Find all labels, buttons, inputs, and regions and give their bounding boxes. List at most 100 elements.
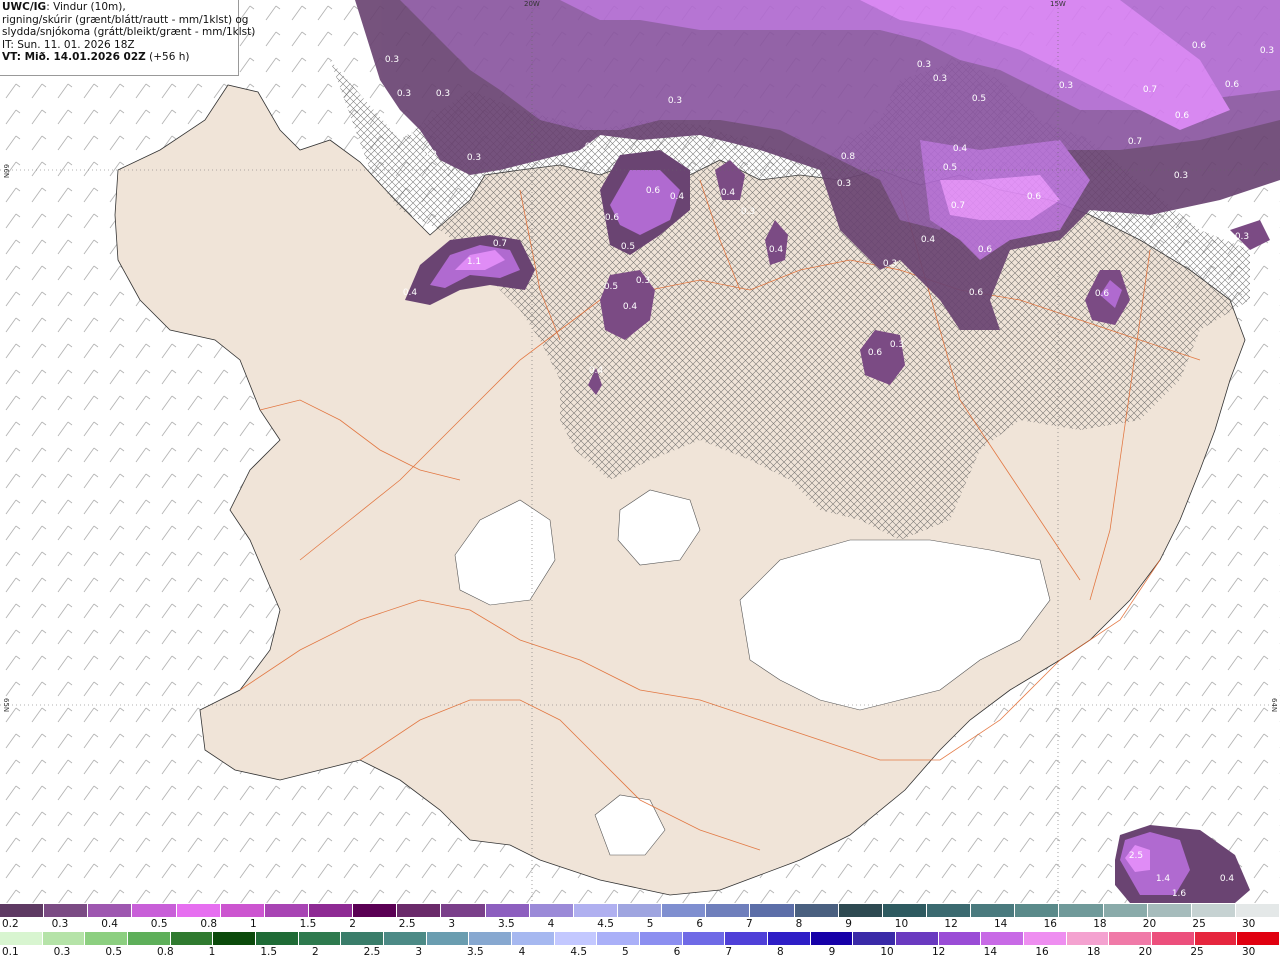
legend-tick-label: 3 (415, 946, 423, 958)
legend-color-swatch (971, 904, 1016, 917)
legend-tick-label: 16 (1043, 918, 1057, 930)
legend-color-swatch (1024, 932, 1067, 945)
legend-color-swatch (256, 932, 299, 945)
legend-tick-label: 5 (622, 946, 629, 958)
legend-tick-label: 5 (646, 918, 654, 930)
precip-value-label: 0.7 (493, 239, 507, 249)
legend-color-swatch (0, 932, 43, 945)
legend-tick-label: 8 (777, 946, 784, 958)
precip-value-label: 0.6 (969, 288, 984, 298)
legend-color-swatch (896, 932, 939, 945)
precip-value-label: 0.6 (1095, 289, 1110, 299)
precip-value-label: 0.4 (403, 288, 418, 298)
legend-color-swatch (44, 904, 89, 917)
legend-tick-label: 16 (1035, 946, 1049, 958)
title-rest: : Vindur (10m), (46, 1, 126, 13)
precip-value-label: 0.6 (1027, 192, 1042, 202)
legend-color-swatch (0, 904, 45, 917)
precip-value-label: 0.4 (769, 245, 784, 255)
precip-value-label: 0.6 (1192, 41, 1207, 51)
legend-tick-label: 10 (880, 946, 894, 958)
legend-tick-label: 8 (795, 918, 803, 930)
precip-value-label: 0.3 (668, 96, 682, 106)
coord-15w: 15W (1050, 0, 1066, 8)
precip-value-label: 0.3 (933, 74, 947, 84)
precip-value-label: 0.7 (951, 201, 965, 211)
legend-tick-label: 0.1 (2, 946, 19, 958)
info-line-2: rigning/skúrir (grænt/blátt/rautt - mm/1… (2, 13, 249, 26)
legend-color-swatch (882, 904, 927, 917)
precip-value-label: 0.3 (890, 340, 904, 350)
weather-map: 0.30.3 0.30.30.2 0.30.20.30.30.30.50.6 0.30… (0, 0, 1280, 903)
map-info-box: UWC/IG: Vindur (10m), rigning/skúrir (gr… (0, 0, 256, 76)
legend-color-swatch (426, 932, 470, 945)
legend-tick-label: 0.2 (2, 918, 19, 930)
legend-tick-label: 30 (1242, 918, 1256, 930)
precip-value-label: 0.3 (400, 128, 414, 138)
legend-color-swatch (768, 932, 811, 945)
legend-color-swatch (1109, 932, 1153, 945)
legend-color-swatch (597, 932, 641, 945)
legend-snow-colorbar (0, 904, 1280, 917)
legend-tick-label: 6 (696, 918, 704, 930)
legend-tick-label: 9 (845, 918, 852, 930)
legend-color-swatch (213, 932, 257, 945)
info-line-3: slydda/snjókoma (grátt/bleikt/grænt - mm… (2, 26, 256, 38)
legend-color-swatch (42, 932, 86, 945)
legend-color-swatch (573, 904, 618, 917)
coord-65n: 65N (2, 698, 10, 713)
legend-tick-label: 18 (1087, 946, 1101, 958)
legend-color-swatch (264, 904, 309, 917)
legend-tick-label: 7 (725, 946, 733, 958)
precip-value-label: 0.3 (1059, 81, 1073, 91)
legend-color-swatch (1152, 932, 1195, 945)
legend-color-swatch (1103, 904, 1148, 917)
legend-color-swatch (725, 932, 769, 945)
legend-tick-label: 0.5 (150, 918, 168, 930)
legend-tick-label: 4 (518, 946, 526, 958)
coord-64n: 64N (1270, 698, 1278, 713)
legend-color-swatch (662, 904, 707, 917)
legend-tick-label: 2.5 (398, 918, 416, 930)
legend-color-swatch (469, 932, 513, 945)
legend-tick-label: 25 (1190, 946, 1204, 958)
legend-color-swatch (485, 904, 530, 917)
precip-value-label: 0.3 (467, 153, 481, 163)
precip-value-label: 0.7 (1128, 137, 1142, 147)
precip-value-label: 1.1 (467, 257, 481, 267)
legend-color-swatch (1147, 904, 1192, 917)
precip-value-label: 0.3 (636, 276, 650, 286)
legend-tick-label: 2 (349, 918, 356, 930)
legend-tick-label: 6 (673, 946, 681, 958)
legend-color-swatch (512, 932, 555, 945)
legend-tick-label: 0.4 (101, 918, 118, 930)
info-line-4: IT: Sun. 11. 01. 2026 18Z (2, 38, 135, 51)
precip-value-label: 0.5 (972, 94, 986, 104)
precip-value-label: 0.5 (621, 242, 635, 252)
legend-color-swatch (353, 904, 398, 917)
legend-color-swatch (220, 904, 265, 917)
precip-value-label: 0.4 (1220, 874, 1235, 884)
precip-value-label: 0.4 (921, 235, 936, 245)
legend-color-swatch (1059, 904, 1104, 917)
legend-tick-label: 4.5 (570, 946, 588, 958)
legend-tick-label: 2.5 (363, 946, 381, 958)
legend-tick-label: 4.5 (597, 918, 614, 930)
legend-tick-label: 3 (448, 918, 456, 930)
precip-value-label: 0.5 (943, 163, 957, 173)
legend-color-swatch (1015, 904, 1060, 917)
legend-color-swatch (706, 904, 751, 917)
legend-color-swatch (298, 932, 342, 945)
legend-tick-label: 20 (1138, 946, 1153, 958)
legend-tick-label: 12 (944, 918, 958, 930)
precip-value-label: 0.8 (841, 152, 856, 162)
legend-tick-label: 12 (932, 946, 946, 958)
legend-color-swatch (981, 932, 1025, 945)
legend-snow-labels: 0.2 0.3 0.4 0.5 0.8 1 1.5 2 2.5 3 3.5 4 4.5 5 6 7 8 9 10 12… (0, 918, 1280, 932)
precip-value-label: 0.3 (1260, 46, 1274, 56)
precip-value-label: 0.5 (604, 282, 618, 292)
legend-color-swatch (853, 932, 897, 945)
legend-tick-label: 14 (994, 918, 1008, 930)
precip-value-label: 0.3 (1174, 171, 1188, 181)
legend-tick-label: 1.5 (260, 946, 278, 958)
